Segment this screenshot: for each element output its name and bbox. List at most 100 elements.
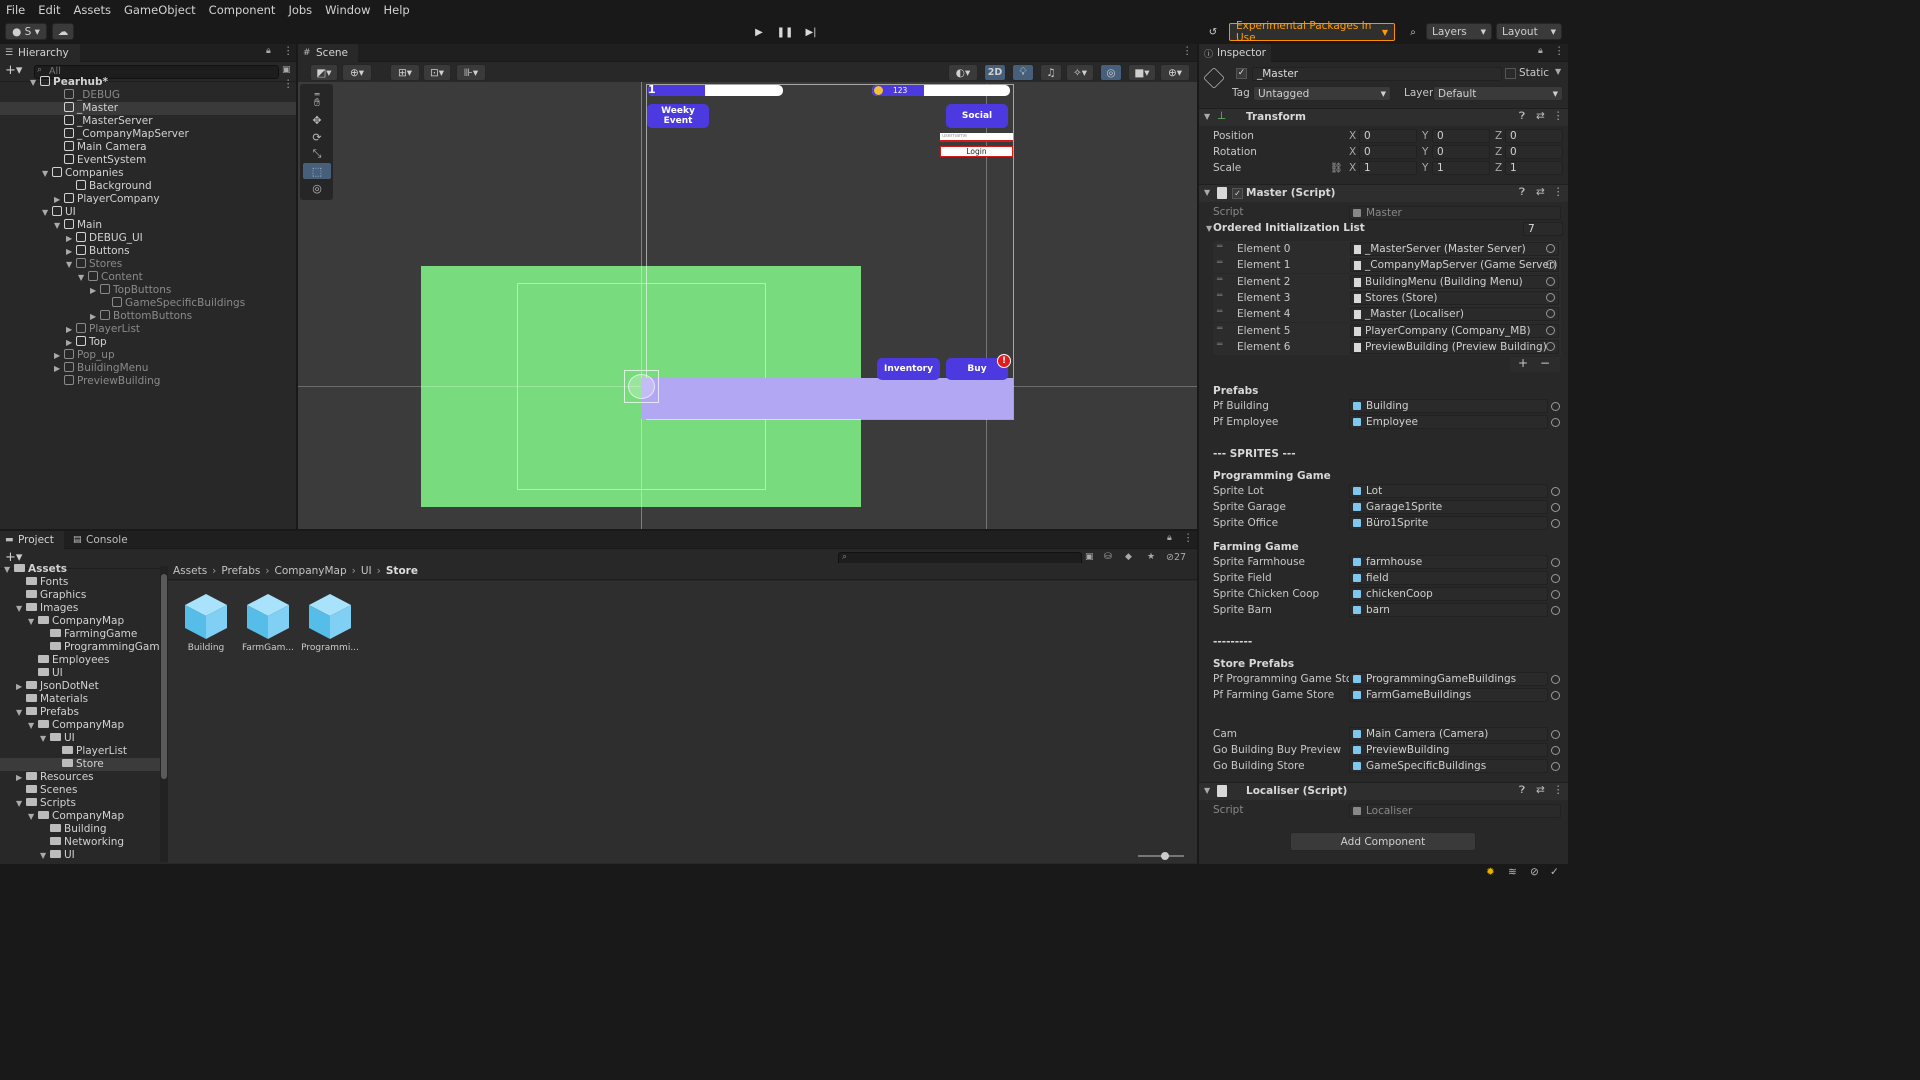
object-field[interactable]: Lot [1349,484,1548,498]
menu-assets[interactable]: Assets [74,3,111,17]
chevron-down-icon[interactable]: ▼ [40,849,50,862]
folder-item[interactable]: ▼ UI [0,849,160,862]
chevron-right-icon[interactable]: ▶ [90,310,100,323]
chevron-down-icon[interactable]: ▼ [28,719,38,732]
grid-snap-button[interactable]: ⊞▾ [390,64,420,81]
mode-2d-button[interactable]: 2D [984,64,1006,81]
hierarchy-item[interactable]: ▶ TopButtons [0,284,296,297]
object-field[interactable]: farmhouse [1349,555,1548,569]
object-picker-icon[interactable] [1551,574,1560,583]
list-element-row[interactable]: ═ Element 6 PreviewBuilding (Preview Build… [1213,338,1561,355]
object-field[interactable]: field [1349,571,1548,585]
layout-dropdown[interactable]: Layout ▼ [1496,23,1562,40]
plus-button[interactable]: + [1518,356,1528,370]
tree-scrollbar[interactable] [160,566,168,862]
chevron-down-icon[interactable]: ▼ [4,563,14,576]
folder-item[interactable]: Building [0,823,160,836]
object-picker-icon[interactable] [1546,244,1555,253]
star-icon[interactable]: ★ [1147,552,1155,562]
menu-component[interactable]: Component [209,3,276,17]
chevron-right-icon[interactable]: ▶ [16,680,26,693]
chevron-down-icon[interactable]: ▼ [1206,224,1212,233]
audio-button[interactable]: ♫ [1040,64,1062,81]
transform-scale-y-input[interactable]: 1 [1432,161,1490,175]
tab-hierarchy[interactable]: ☰ Hierarchy [0,44,80,62]
hidden-packages-button[interactable]: ⊘27 [1166,552,1186,563]
hierarchy-item[interactable]: Main Camera [0,141,296,154]
element-object-field[interactable]: PreviewBuilding (Preview Building) [1350,339,1559,354]
search-by-type-icon[interactable]: ▣ [1085,552,1094,562]
tag-dropdown[interactable]: Untagged ▼ [1253,86,1391,101]
tab-project[interactable]: ▬ Project [0,531,64,549]
folder-item[interactable]: ▼ Prefabs [0,706,160,719]
help-icon[interactable]: ❓︎ [1519,785,1525,796]
hierarchy-item[interactable]: _CompanyMapServer [0,128,296,141]
object-field[interactable]: Employee [1349,415,1548,429]
chevron-down-icon[interactable]: ▼ [16,797,26,810]
menu-file[interactable]: File [6,3,25,17]
hierarchy-item[interactable]: ▼ Pearhub* [0,76,296,89]
list-element-row[interactable]: ═ Element 2 BuildingMenu (Building Menu) [1213,273,1561,290]
menu-help[interactable]: Help [384,3,410,17]
list-element-row[interactable]: ═ Element 4 _Master (Localiser) [1213,306,1561,323]
element-object-field[interactable]: PlayerCompany (Company_MB) [1350,323,1559,338]
tab-console[interactable]: ▤ Console [68,531,134,549]
chevron-right-icon[interactable]: ▶ [66,336,76,349]
folder-item[interactable]: Store [0,758,160,771]
chevron-down-icon[interactable]: ▼ [78,271,88,284]
kebab-menu-icon[interactable]: ⋮ [1182,45,1193,57]
object-picker-icon[interactable] [1551,503,1560,512]
folder-item[interactable]: ▼ CompanyMap [0,615,160,628]
hierarchy-item[interactable]: GameSpecificBuildings [0,297,296,310]
folder-item[interactable]: Fonts [0,576,160,589]
username-input[interactable]: username [940,133,1013,142]
lock-icon[interactable]: 🔒︎ [1538,46,1543,56]
folder-item[interactable]: PlayerList [0,745,160,758]
object-field[interactable]: Büro1Sprite [1349,516,1548,530]
hierarchy-item[interactable]: ▶ BottomButtons [0,310,296,323]
object-picker-icon[interactable] [1551,558,1560,567]
hierarchy-item[interactable]: ▶ PlayerList [0,323,296,336]
lighting-button[interactable]: 💡︎ [1012,64,1034,81]
chevron-down-icon[interactable]: ▼ [16,602,26,615]
localiser-script-header[interactable]: ▼ Localiser (Script) ❓︎ ⇄ ⋮ [1199,782,1568,800]
hierarchy-item[interactable]: ▶ BuildingMenu [0,362,296,375]
hierarchy-item[interactable]: ▼ UI [0,206,296,219]
layer-dropdown[interactable]: Default ▼ [1433,86,1563,101]
visibility-button[interactable]: ◎ [1100,64,1122,81]
chevron-down-icon[interactable]: ▼ [30,76,40,89]
grid-button[interactable]: ⊡▾ [423,64,451,81]
transform-scale-z-input[interactable]: 1 [1505,161,1563,175]
breadcrumb-item[interactable]: CompanyMap [275,565,347,577]
effects-button[interactable]: ✧▾ [1066,64,1094,81]
menu-jobs[interactable]: Jobs [288,3,312,17]
lock-icon[interactable]: 🔒︎ [266,46,271,56]
object-picker-icon[interactable] [1551,418,1560,427]
preset-icon[interactable]: ⇄ [1536,784,1545,796]
hierarchy-item[interactable]: ▶ Top [0,336,296,349]
object-picker-icon[interactable] [1551,519,1560,528]
add-component-button[interactable]: Add Component [1290,832,1476,851]
hierarchy-item[interactable]: ▼ Main [0,219,296,232]
transform-position-x-input[interactable]: 0 [1359,129,1417,143]
object-picker-icon[interactable] [1551,606,1560,615]
object-picker-icon[interactable] [1551,762,1560,771]
element-object-field[interactable]: _Master (Localiser) [1350,307,1559,322]
hand-tool-button[interactable]: ✋︎ [303,95,331,111]
login-button[interactable]: Login [940,146,1013,157]
folder-item[interactable]: Graphics [0,589,160,602]
bug-icon[interactable]: ✹ [1486,866,1495,878]
pause-button[interactable]: ❚❚ [774,24,796,40]
hierarchy-item[interactable]: EventSystem [0,154,296,167]
minus-button[interactable]: − [1540,356,1550,370]
constrain-proportions-icon[interactable]: ⛓ [1330,163,1343,174]
enabled-checkbox[interactable]: ✓ [1232,188,1243,199]
move-tool-button[interactable]: ✥ [303,112,331,128]
chevron-down-icon[interactable]: ▼ [54,219,64,232]
master-script-header[interactable]: ▼ ✓ Master (Script) ❓︎ ⇄ ⋮ [1199,184,1568,202]
help-icon[interactable]: ❓︎ [1519,111,1525,122]
transform-tool-button[interactable]: ◎ [303,180,331,196]
drag-handle-icon[interactable]: ═ [1217,258,1222,268]
rotate-tool-button[interactable]: ⟳ [303,129,331,145]
hierarchy-item[interactable]: ▶ Buttons [0,245,296,258]
